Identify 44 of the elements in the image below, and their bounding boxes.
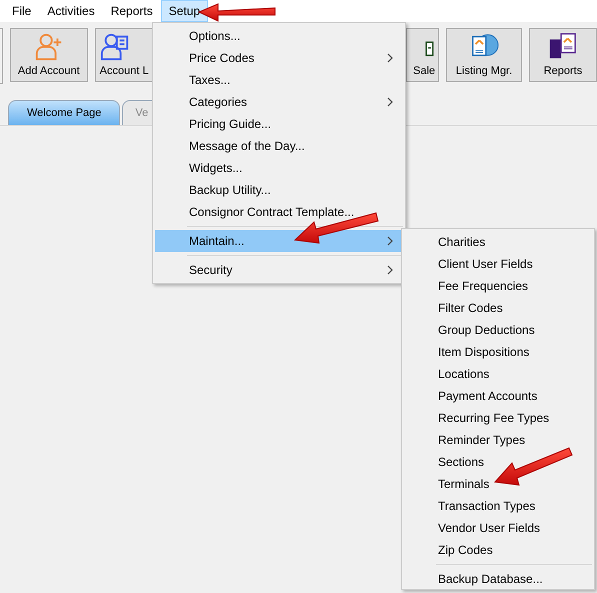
- chevron-right-icon: [387, 53, 393, 63]
- menu-item[interactable]: Fee Frequencies: [404, 275, 592, 297]
- menu-item[interactable]: Security: [155, 259, 403, 281]
- menu-item[interactable]: Activities: [39, 0, 103, 22]
- menu-item[interactable]: Recurring Fee Types: [404, 407, 592, 429]
- add-person-icon: [34, 31, 64, 61]
- menu-item[interactable]: Message of the Day...: [155, 135, 403, 157]
- menu-item[interactable]: File: [4, 0, 40, 22]
- menu-item[interactable]: Item Dispositions: [404, 341, 592, 363]
- chevron-right-icon: [387, 97, 393, 107]
- menu-item[interactable]: Locations: [404, 363, 592, 385]
- menu-item[interactable]: Categories: [155, 91, 403, 113]
- menu-item[interactable]: Sections: [404, 451, 592, 473]
- menu-item[interactable]: Filter Codes: [404, 297, 592, 319]
- menu-item[interactable]: Widgets...: [155, 157, 403, 179]
- menu-item[interactable]: Backup Utility...: [155, 179, 403, 201]
- menu-item[interactable]: Zip Codes: [404, 539, 592, 561]
- chevron-right-icon: [387, 236, 393, 246]
- toolbar-button[interactable]: Account L: [94, 28, 155, 82]
- report-chart-icon: [548, 31, 578, 61]
- toolbar-button[interactable]: Sale: [406, 28, 440, 82]
- menu-item[interactable]: Vendor User Fields: [404, 517, 592, 539]
- menu-item[interactable]: Maintain...: [155, 230, 403, 252]
- menu-item[interactable]: Taxes...: [155, 69, 403, 91]
- tab[interactable]: Welcome Page: [8, 100, 120, 125]
- person-document-icon: [100, 31, 130, 61]
- menu-item[interactable]: Terminals: [404, 473, 592, 495]
- menu-item[interactable]: Transaction Types: [404, 495, 592, 517]
- toolbar-button[interactable]: Listing Mgr.: [446, 28, 522, 82]
- menu-item[interactable]: Payment Accounts: [404, 385, 592, 407]
- menu-item[interactable]: Client User Fields: [404, 253, 592, 275]
- menu-item[interactable]: Backup Database...: [404, 568, 592, 590]
- toolbar-button[interactable]: Reports: [528, 28, 597, 82]
- chevron-right-icon: [387, 265, 393, 275]
- menu-item[interactable]: Reports: [102, 0, 161, 22]
- menu-item[interactable]: Consignor Contract Template...: [155, 201, 403, 223]
- toolbar-button[interactable]: Add Account: [10, 28, 88, 82]
- menu-item[interactable]: Reminder Types: [404, 429, 592, 451]
- menu-item[interactable]: Charities: [404, 231, 592, 253]
- menu-item[interactable]: Options...: [155, 25, 403, 47]
- menu-item[interactable]: Setup: [160, 0, 208, 22]
- menu-item[interactable]: Group Deductions: [404, 319, 592, 341]
- menu-item[interactable]: Pricing Guide...: [155, 113, 403, 135]
- menu-item[interactable]: Price Codes: [155, 47, 403, 69]
